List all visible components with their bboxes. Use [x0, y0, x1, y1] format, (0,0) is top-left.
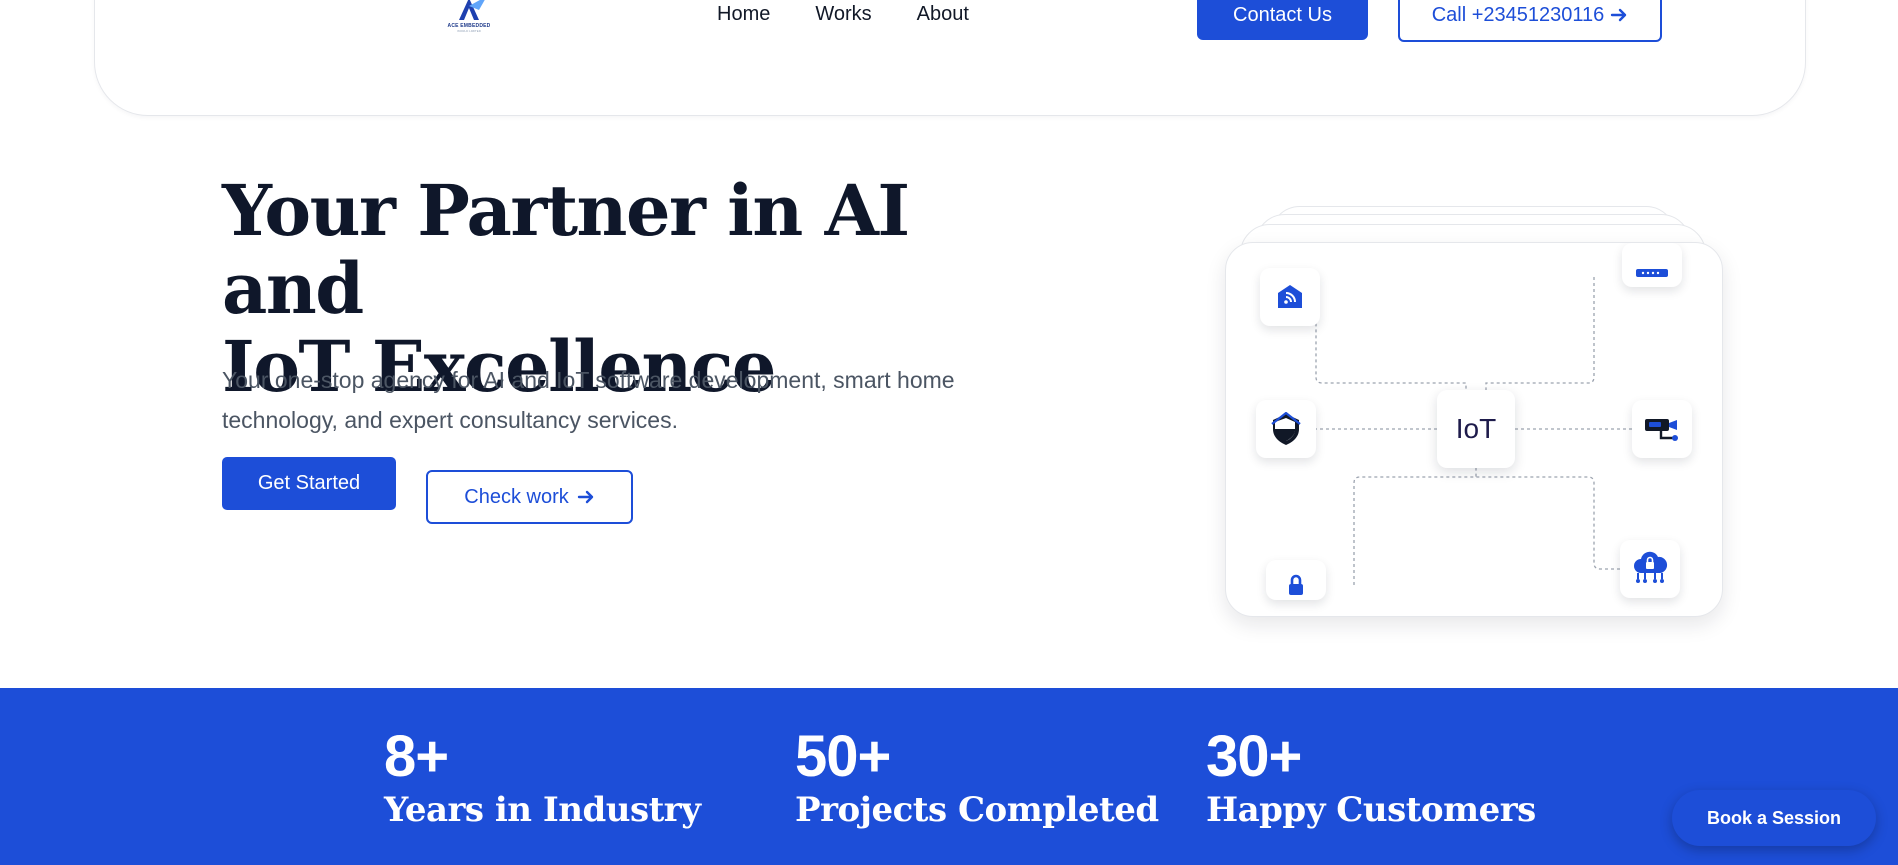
call-label: Call +23451230116	[1431, 3, 1605, 26]
hero-subtitle-line-2: technology, and expert consultancy servi…	[222, 407, 678, 433]
hero-title-line-1: Your Partner in AI and	[222, 169, 910, 330]
smart-home-node	[1260, 268, 1320, 326]
security-shield-node	[1256, 400, 1316, 458]
hero-subtitle: Your one-stop agency for AI and IoT soft…	[222, 360, 1072, 440]
brand-tagline: WORLD LIMITED	[457, 29, 481, 33]
nav-works-link[interactable]: Works	[815, 3, 871, 26]
stat-value: 8+	[384, 724, 449, 789]
stat-customers: 30+ Happy Customers	[1206, 724, 1536, 830]
hero-subtitle-line-1: Your one-stop agency for AI and IoT soft…	[222, 367, 955, 393]
cloud-lock-icon	[1634, 551, 1668, 583]
stat-label: Years in Industry	[384, 790, 701, 830]
iot-diagram-panel: IoT	[1225, 242, 1723, 617]
arrow-right-icon	[1611, 8, 1627, 22]
check-work-label: Check work	[464, 485, 569, 508]
check-work-button[interactable]: Check work	[426, 470, 633, 524]
stat-projects: 50+ Projects Completed	[795, 724, 1159, 830]
security-shield-icon	[1271, 412, 1301, 445]
smart-home-wifi-icon	[1278, 285, 1302, 308]
stat-value: 50+	[795, 724, 891, 789]
nav-about-link[interactable]: About	[917, 3, 969, 26]
stat-value: 30+	[1206, 724, 1302, 789]
security-camera-node	[1632, 400, 1692, 458]
padlock-node	[1266, 560, 1326, 600]
arrow-right-icon	[577, 490, 593, 504]
cloud-lock-node	[1620, 540, 1680, 598]
stat-label: Projects Completed	[795, 790, 1159, 830]
contact-us-button[interactable]: Contact Us	[1197, 0, 1368, 40]
router-node	[1622, 243, 1682, 287]
main-nav: Home Works About	[717, 3, 969, 26]
nav-home-link[interactable]: Home	[717, 3, 770, 26]
site-header: ACE EMBEDDED WORLD LIMITED Home Works Ab…	[94, 0, 1806, 116]
get-started-button[interactable]: Get Started	[222, 457, 396, 510]
book-session-label: Book a Session	[1706, 807, 1842, 828]
padlock-icon	[1289, 574, 1303, 595]
stat-label: Happy Customers	[1206, 790, 1536, 830]
stat-years: 8+ Years in Industry	[384, 724, 701, 830]
book-session-button[interactable]: Book a Session	[1672, 790, 1876, 846]
call-button[interactable]: Call +23451230116	[1398, 0, 1662, 42]
brand-logo[interactable]: ACE EMBEDDED WORLD LIMITED	[443, 0, 495, 34]
iot-hub-node: IoT	[1437, 390, 1515, 468]
router-icon	[1636, 269, 1668, 277]
iot-diagram-card: IoT	[1220, 204, 1725, 619]
contact-us-label: Contact Us	[1233, 3, 1332, 26]
iot-hub-label: IoT	[1455, 413, 1497, 444]
brand-logo-icon	[459, 0, 485, 20]
stats-section: 8+ Years in Industry 50+ Projects Comple…	[0, 688, 1898, 865]
get-started-label: Get Started	[257, 472, 361, 494]
security-camera-icon	[1645, 419, 1678, 441]
